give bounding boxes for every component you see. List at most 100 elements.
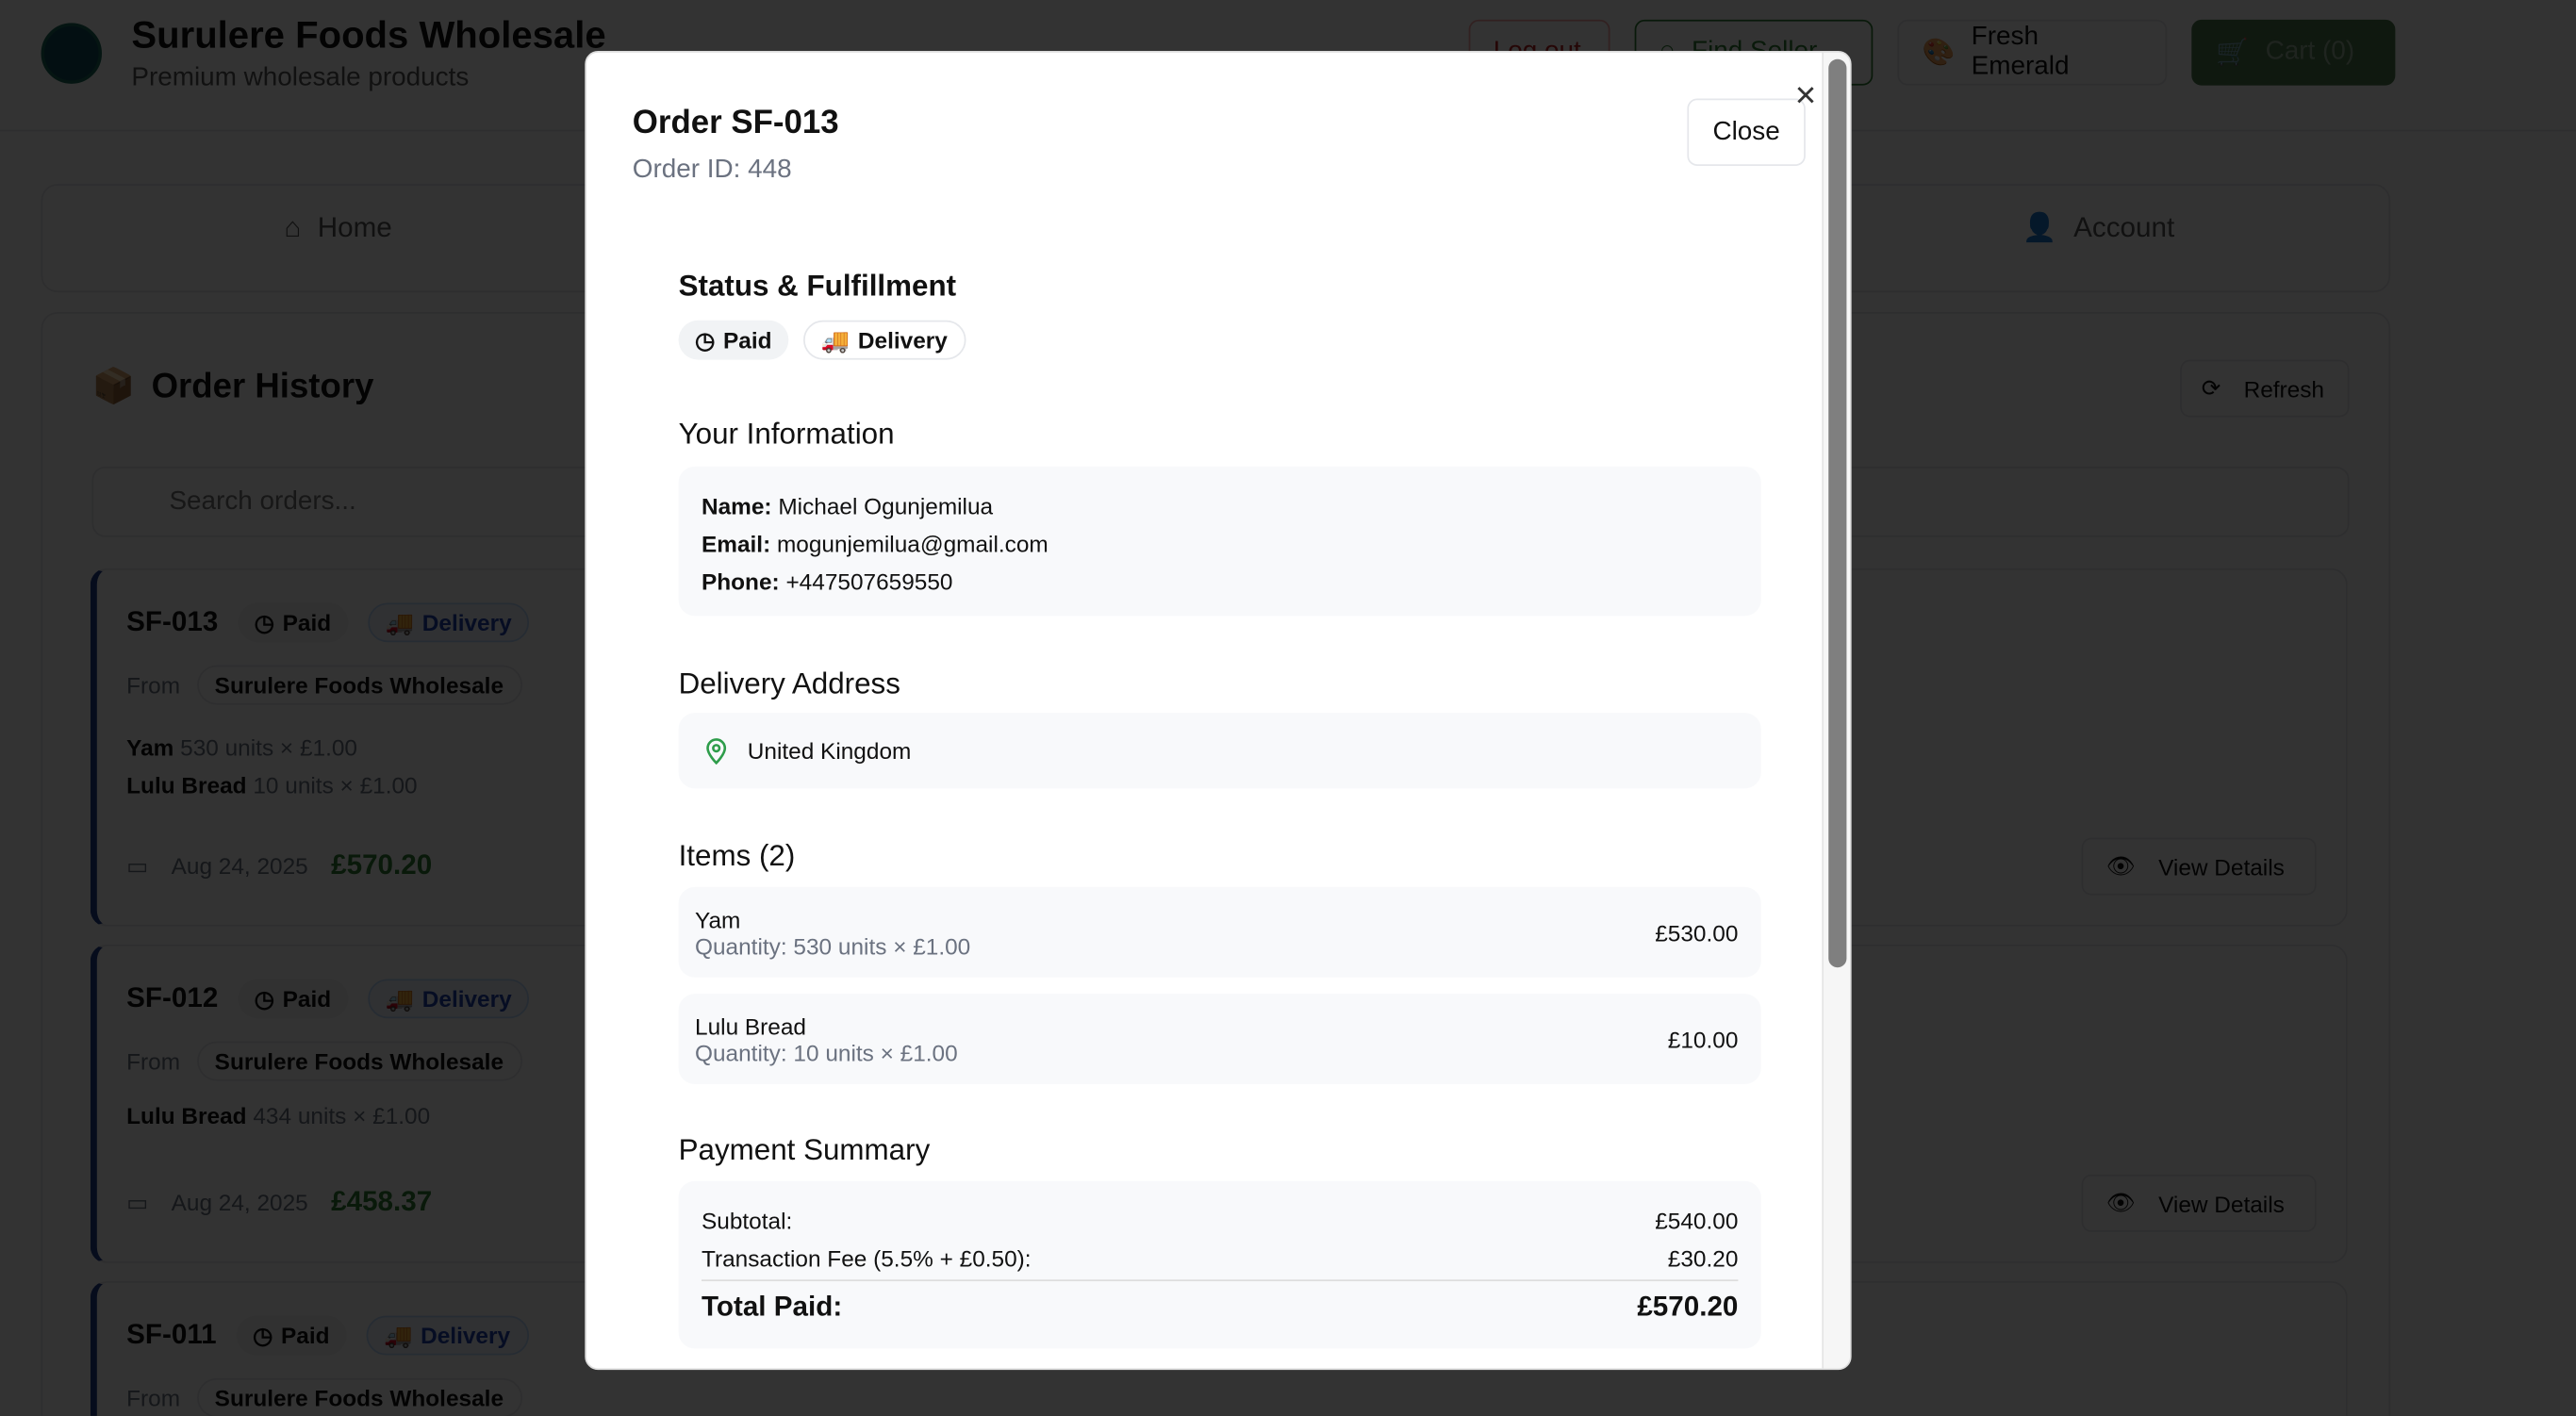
- modal-title: Order SF-013: [632, 105, 839, 141]
- customer-name: Michael Ogunjemilua: [778, 492, 994, 519]
- theme-label: Fresh Emerald: [1971, 23, 2070, 81]
- seller-badge[interactable]: Surulere Foods Wholesale: [196, 665, 522, 705]
- order-items: Lulu Bread 434 units × £1.00: [126, 1102, 430, 1128]
- package-icon: 📦: [91, 368, 136, 406]
- from-label: From: [126, 1384, 181, 1411]
- clock-icon: ◷: [695, 325, 716, 353]
- scrollbar[interactable]: [1822, 52, 1850, 1369]
- seller-row: From Surulere Foods Wholesale: [126, 1041, 522, 1081]
- fulfillment-label: Delivery: [421, 609, 512, 636]
- payment-section: Payment Summary Subtotal: £540.00 Transac…: [678, 1133, 1761, 1349]
- view-details-label: View Details: [2158, 1190, 2285, 1217]
- cart-icon: 🛒: [2216, 39, 2250, 68]
- seller-row: From Surulere Foods Wholesale: [126, 1377, 522, 1416]
- view-details-button[interactable]: 👁 View Details: [2081, 1174, 2317, 1232]
- fulfillment-label: Delivery: [421, 985, 512, 1013]
- phone-label: Phone:: [701, 568, 780, 595]
- seller-badge[interactable]: Surulere Foods Wholesale: [196, 1041, 522, 1081]
- item-price: £530.00: [1655, 918, 1739, 946]
- address-text: United Kingdom: [747, 737, 912, 765]
- cart-button[interactable]: 🛒 Cart (0): [2191, 19, 2396, 86]
- fulfillment-badge: 🚚 Delivery: [802, 320, 966, 360]
- fee-value: £30.20: [1667, 1244, 1739, 1272]
- fulfillment-label: Delivery: [857, 326, 948, 354]
- status-label: Paid: [723, 326, 772, 354]
- scrollbar-thumb[interactable]: [1828, 58, 1847, 968]
- total-value: £570.20: [1637, 1291, 1739, 1323]
- status-section: Status & Fulfillment ◷ Paid 🚚 Delivery: [678, 270, 1761, 360]
- item-quantity: Quantity: 10 units × £1.00: [695, 1039, 958, 1065]
- address-box: United Kingdom: [678, 713, 1761, 789]
- from-label: From: [126, 671, 181, 699]
- nav-account[interactable]: 👤 Account: [2023, 212, 2174, 245]
- order-footer: ▭ Aug 24, 2025 £458.37: [126, 1186, 432, 1219]
- user-icon: 👤: [2022, 211, 2057, 243]
- refresh-button[interactable]: ⟳ Refresh: [2180, 359, 2350, 418]
- item-quantity: Quantity: 530 units × £1.00: [695, 931, 971, 959]
- fee-label: Transaction Fee (5.5% + £0.50):: [701, 1244, 1032, 1272]
- total-label: Total Paid:: [701, 1291, 843, 1323]
- order-header: SF-012 ◷ Paid 🚚 Delivery: [126, 979, 530, 1019]
- order-total: £570.20: [331, 848, 433, 881]
- item-name: Yam: [126, 733, 174, 761]
- info-heading: Your Information: [678, 417, 895, 451]
- order-id: SF-012: [126, 981, 219, 1014]
- modal-order-id: Order ID: 448: [632, 156, 792, 185]
- calendar-icon: ▭: [126, 1188, 149, 1215]
- view-details-label: View Details: [2158, 853, 2285, 881]
- app: Surulere Foods Wholesale Premium wholesa…: [0, 0, 2576, 1416]
- total-row: Total Paid: £570.20: [702, 1291, 1738, 1324]
- order-total: £458.37: [331, 1185, 433, 1218]
- item-name: Lulu Bread: [126, 771, 247, 799]
- address-section: Delivery Address United Kingdom: [678, 667, 1761, 789]
- fulfillment-badge: 🚚 Delivery: [367, 602, 530, 643]
- palette-icon: 🎨: [1922, 39, 1956, 68]
- status-badge: ◷ Paid: [678, 320, 788, 360]
- item-detail: 434 units × £1.00: [253, 1102, 431, 1128]
- order-history-title: Order History: [151, 368, 374, 406]
- order-date: Aug 24, 2025: [171, 1189, 308, 1216]
- truck-icon: 🚚: [820, 325, 850, 353]
- item-name: Lulu Bread: [126, 1102, 247, 1128]
- order-header: SF-013 ◷ Paid 🚚 Delivery: [126, 602, 530, 643]
- map-pin-icon: [702, 736, 731, 766]
- order-items: Yam 530 units × £1.00 Lulu Bread 10 units…: [126, 730, 417, 805]
- fulfillment-badge: 🚚 Delivery: [367, 979, 530, 1019]
- status-badge: ◷ Paid: [238, 602, 348, 643]
- refresh-icon: ⟳: [2201, 374, 2221, 402]
- status-label: Paid: [282, 609, 332, 636]
- seller-row: From Surulere Foods Wholesale: [126, 665, 522, 705]
- view-details-button[interactable]: 👁 View Details: [2081, 837, 2317, 896]
- fulfillment-badge: 🚚 Delivery: [365, 1315, 529, 1356]
- items-section: Items (2) Yam Quantity: 530 units × £1.00…: [678, 839, 1761, 1084]
- payment-heading: Payment Summary: [678, 1133, 931, 1167]
- order-footer: ▭ Aug 24, 2025 £570.20: [126, 849, 432, 882]
- nav-home-label: Home: [317, 211, 392, 243]
- from-label: From: [126, 1047, 181, 1075]
- logo: [41, 23, 103, 84]
- info-box: Name: Michael Ogunjemilua Email: mogunje…: [678, 466, 1761, 617]
- seller-badge[interactable]: Surulere Foods Wholesale: [196, 1377, 522, 1416]
- eye-icon: 👁: [2105, 1189, 2136, 1216]
- fulfillment-label: Delivery: [421, 1322, 511, 1349]
- close-button[interactable]: Close: [1687, 98, 1806, 166]
- order-id: SF-011: [126, 1319, 217, 1351]
- theme-button[interactable]: 🎨 Fresh Emerald: [1897, 19, 2168, 86]
- info-section: Your Information Name: Michael Ogunjemil…: [678, 417, 1761, 617]
- store-title: Surulere Foods Wholesale: [131, 12, 606, 57]
- item-name: Lulu Bread: [695, 1013, 807, 1040]
- item-name: Yam: [695, 905, 741, 932]
- eye-icon: 👁: [2105, 852, 2136, 880]
- order-date: Aug 24, 2025: [171, 852, 308, 880]
- item-price: £10.00: [1667, 1026, 1739, 1052]
- calendar-icon: ▭: [126, 851, 149, 879]
- email-label: Email:: [701, 530, 771, 557]
- order-header: SF-011 ◷ Paid 🚚 Delivery: [126, 1315, 529, 1356]
- status-label: Paid: [280, 1322, 330, 1349]
- refresh-label: Refresh: [2243, 375, 2325, 403]
- status-label: Paid: [282, 985, 332, 1013]
- subtotal-label: Subtotal:: [701, 1207, 793, 1234]
- item-detail: 530 units × £1.00: [180, 733, 357, 761]
- nav-home[interactable]: ⌂ Home: [284, 212, 391, 245]
- close-icon[interactable]: ✕: [1794, 80, 1818, 113]
